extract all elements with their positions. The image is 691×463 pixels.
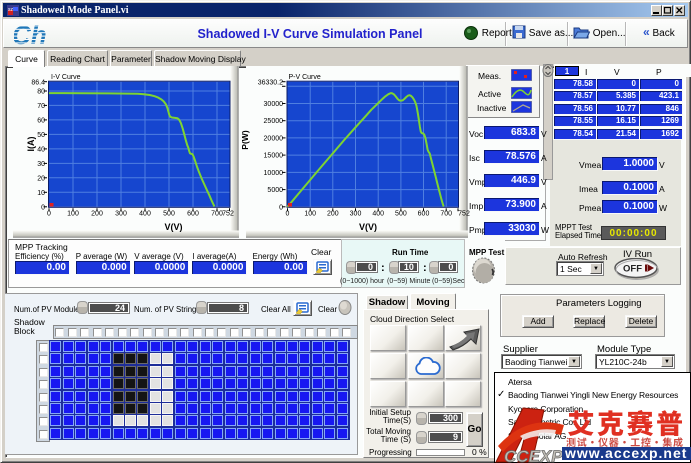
svg-text:www.accexp.net: www.accexp.net (564, 445, 687, 461)
svg-text:CCEXP: CCEXP (504, 447, 563, 463)
